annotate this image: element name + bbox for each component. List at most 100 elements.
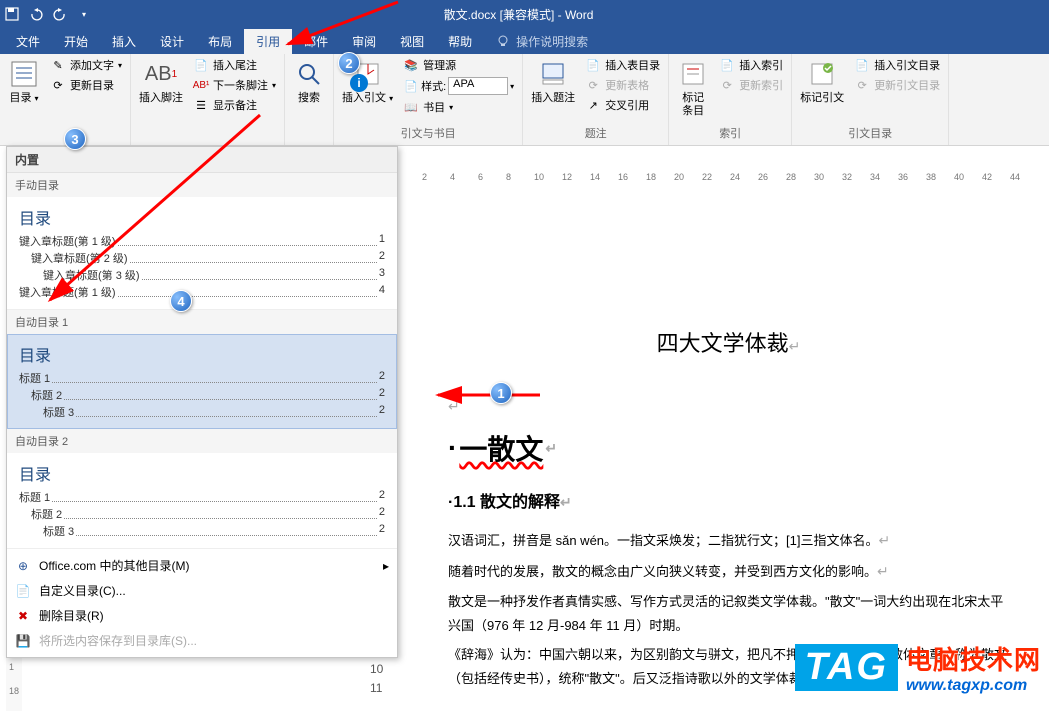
document-area[interactable]: 四大文学体裁↵ ↵ ·一散文↵ ·1.1 散文的解释↵ 汉语词汇，拼音是 sǎn… [398, 186, 1049, 711]
group-index-label: 索引 [673, 123, 787, 143]
insert-index-icon: 📄 [719, 57, 735, 73]
paragraph: 散文是一种抒发作者真情实感、写作方式灵活的记叙类文学体裁。"散文"一词大约出现在… [448, 590, 1009, 637]
insert-footnote-button[interactable]: AB1 插入脚注 [135, 56, 187, 107]
group-search-label [289, 139, 329, 143]
toc-auto2-label: 自动目录 2 [7, 429, 397, 453]
toc-office-more[interactable]: ⊕Office.com 中的其他目录(M)▸ [7, 553, 397, 578]
watermark-tag: TAG [795, 644, 898, 691]
document-page: 四大文学体裁↵ ↵ ·一散文↵ ·1.1 散文的解释↵ 汉语词汇，拼音是 sǎn… [398, 186, 1049, 711]
tell-me[interactable]: 操作说明搜索 [484, 29, 600, 54]
toc-remove[interactable]: ✖删除目录(R) [7, 603, 397, 628]
doc-title: 四大文学体裁↵ [448, 326, 1009, 358]
add-text-button[interactable]: ✎添加文字 ▾ [46, 56, 126, 74]
insert-toa-button[interactable]: 📄插入引文目录 [850, 56, 944, 74]
menu-bar: 文件 开始 插入 设计 布局 引用 邮件 审阅 视图 帮助 操作说明搜索 [0, 28, 1049, 54]
group-citations: 插入引文 ▾ 📚管理源 📄样式: APA▾ 📖书目 ▾ 引文与书目 [334, 54, 523, 145]
update-toc-button[interactable]: ⟳更新目录 [46, 76, 126, 94]
toa-icon [806, 58, 838, 90]
menu-design[interactable]: 设计 [148, 29, 196, 54]
search-button[interactable]: 搜索 [289, 56, 329, 107]
update-index-button: ⟳更新索引 [715, 76, 787, 94]
office-icon: ⊕ [15, 558, 31, 574]
menu-insert[interactable]: 插入 [100, 29, 148, 54]
vertical-ruler: 1 18 [6, 656, 22, 711]
toc-save-selection: 💾将所选内容保存到目录库(S)... [7, 628, 397, 653]
index-icon [677, 58, 709, 90]
bibliography-button[interactable]: 📖书目 ▾ [399, 98, 518, 116]
update-toc-label: 更新目录 [70, 77, 114, 93]
menu-home[interactable]: 开始 [52, 29, 100, 54]
watermark-url: www.tagxp.com [906, 677, 1041, 695]
endnote-icon: 📄 [193, 57, 209, 73]
save-gallery-icon: 💾 [15, 633, 31, 649]
insert-index-button[interactable]: 📄插入索引 [715, 56, 787, 74]
manage-sources-button[interactable]: 📚管理源 [399, 56, 518, 74]
toc-auto1-title: 目录 [19, 342, 385, 366]
menu-file[interactable]: 文件 [4, 29, 52, 54]
toc-label: 目录 [9, 92, 31, 104]
update-toa-icon: ⟳ [854, 77, 870, 93]
group-toa-label: 引文目录 [796, 123, 944, 143]
insert-tof-button[interactable]: 📄插入表目录 [581, 56, 664, 74]
toc-auto1-label: 自动目录 1 [7, 310, 397, 334]
update-icon: ⟳ [50, 77, 66, 93]
group-citations-label: 引文与书目 [338, 123, 518, 143]
undo-icon[interactable] [28, 6, 44, 22]
manage-label: 管理源 [423, 57, 456, 73]
update-index-icon: ⟳ [719, 77, 735, 93]
crossref-icon: ↗ [585, 97, 601, 113]
insert-toa-label: 插入引文目录 [874, 57, 940, 73]
mark-citation-button[interactable]: 标记引文 [796, 56, 848, 107]
search-label: 搜索 [298, 92, 320, 105]
save-icon[interactable] [4, 6, 20, 22]
watermark: TAG 电脑技术网 www.tagxp.com [795, 640, 1041, 695]
menu-layout[interactable]: 布局 [196, 29, 244, 54]
toc-custom[interactable]: 📄自定义目录(C)... [7, 578, 397, 603]
group-captions: 插入题注 📄插入表目录 ⟳更新表格 ↗交叉引用 题注 [523, 54, 669, 145]
tell-me-label: 操作说明搜索 [516, 33, 588, 50]
update-toa-label: 更新引文目录 [874, 77, 940, 93]
style-label: 样式: [421, 78, 446, 94]
cross-reference-button[interactable]: ↗交叉引用 [581, 96, 664, 114]
group-index: 标记 条目 📄插入索引 ⟳更新索引 索引 [669, 54, 792, 145]
insert-caption-button[interactable]: 插入题注 [527, 56, 579, 107]
update-tof-icon: ⟳ [585, 77, 601, 93]
footnote-icon: AB1 [145, 58, 177, 90]
paragraph: 汉语词汇，拼音是 sǎn wén。一指文采焕发；二指犹行文；[1]三指文体名。↵ [448, 528, 1009, 553]
quick-access-toolbar: ▾ [4, 6, 92, 22]
toc-auto2-preview[interactable]: 目录 标题 12 标题 22 标题 32 [7, 453, 397, 549]
toc-auto1-preview[interactable]: 目录 标题 12 标题 22 标题 32 [7, 334, 397, 429]
paragraph: 随着时代的发展，散文的概念由广义向狭义转变，并受到西方文化的影响。↵ [448, 559, 1009, 584]
insert-index-label: 插入索引 [739, 57, 783, 73]
caption-icon [537, 58, 569, 90]
toc-button[interactable]: 目录 ▾ [4, 56, 44, 107]
qat-dropdown-icon[interactable]: ▾ [76, 6, 92, 22]
next-footnote-button[interactable]: AB¹下一条脚注 ▾ [189, 76, 280, 94]
info-icon: i [350, 74, 368, 92]
group-toa: 标记引文 📄插入引文目录 ⟳更新引文目录 引文目录 [792, 54, 949, 145]
heading-2: ·1.1 散文的解释↵ [448, 488, 1009, 512]
tof-icon: 📄 [585, 57, 601, 73]
add-text-label: 添加文字 [70, 57, 114, 73]
crossref-label: 交叉引用 [605, 97, 649, 113]
add-text-icon: ✎ [50, 57, 66, 73]
style-icon: 📄 [403, 78, 419, 94]
custom-toc-icon: 📄 [15, 583, 31, 599]
window-title: 散文.docx [兼容模式] - Word [92, 6, 945, 23]
style-value[interactable]: APA [448, 77, 508, 95]
biblio-icon: 📖 [403, 99, 419, 115]
mark-entry-label: 标记 条目 [682, 92, 704, 118]
insert-endnote-button[interactable]: 📄插入尾注 [189, 56, 280, 74]
callout-4: 4 [170, 290, 192, 312]
menu-help[interactable]: 帮助 [436, 29, 484, 54]
biblio-label: 书目 [423, 99, 445, 115]
title-bar: ▾ 散文.docx [兼容模式] - Word [0, 0, 1049, 28]
redo-icon[interactable] [52, 6, 68, 22]
callout-2: 2 [338, 52, 360, 74]
endnote-label: 插入尾注 [213, 57, 257, 73]
insert-footnote-label: 插入脚注 [139, 92, 183, 105]
annotation-arrow [278, 2, 408, 55]
bulb-icon [496, 34, 510, 48]
mark-entry-button[interactable]: 标记 条目 [673, 56, 713, 120]
style-combo[interactable]: 📄样式: APA▾ [399, 76, 518, 96]
